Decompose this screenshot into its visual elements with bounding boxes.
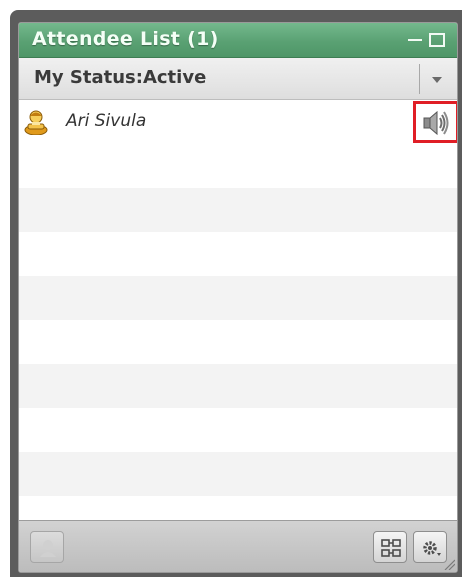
attendee-name: Ari Sivula [66, 111, 147, 131]
status-dropdown-button[interactable] [421, 64, 455, 94]
list-stripe [19, 188, 457, 232]
attendee-list-pod: Attendee List (1) My Status:Active Ari S… [18, 22, 458, 573]
raise-hand-button[interactable] [30, 531, 64, 563]
raise-hand-icon [40, 540, 56, 557]
list-stripe [19, 452, 457, 496]
options-gear-icon [423, 541, 441, 556]
status-divider [419, 64, 420, 94]
attendee-list: Ari Sivula [19, 100, 457, 520]
arrange-button[interactable] [373, 531, 407, 563]
my-status-bar[interactable]: My Status:Active [19, 58, 457, 100]
pod-title-bar[interactable]: Attendee List (1) [19, 23, 457, 58]
minimize-icon[interactable] [408, 31, 422, 49]
arrange-icon [381, 539, 401, 557]
list-stripe [19, 364, 457, 408]
list-item[interactable]: Ari Sivula [19, 100, 457, 144]
pod-footer [19, 520, 457, 572]
speaker-button[interactable] [413, 101, 457, 143]
resize-grip-icon[interactable] [443, 558, 455, 570]
presenter-icon [23, 109, 49, 136]
chevron-down-icon [432, 77, 442, 83]
maximize-icon[interactable] [429, 33, 445, 47]
pod-title: Attendee List (1) [32, 28, 219, 50]
list-stripe [19, 276, 457, 320]
my-status-label: My Status:Active [34, 67, 207, 88]
options-button[interactable] [413, 531, 447, 563]
speaker-icon [423, 110, 449, 136]
